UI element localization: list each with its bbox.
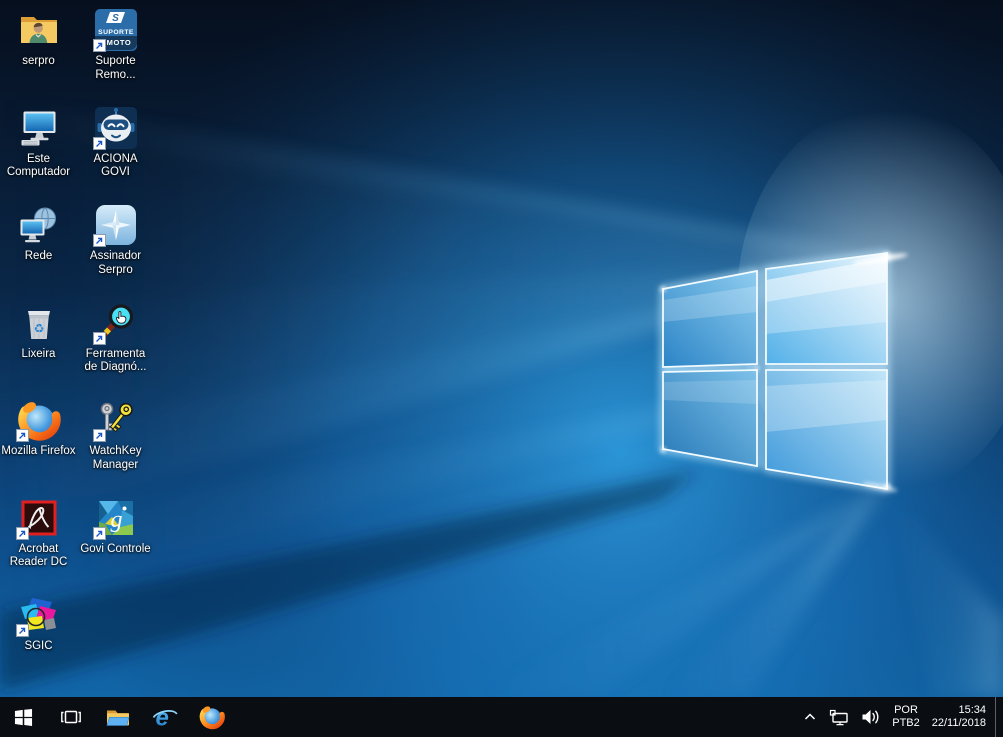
- diamond-star-icon: [92, 203, 138, 247]
- desktop-icon-govi-controle[interactable]: g Govi Controle: [77, 494, 154, 592]
- firefox-icon: [15, 398, 61, 442]
- desktop-icon-label: Rede: [24, 250, 53, 262]
- serpro-folder-icon: [17, 8, 61, 52]
- shortcut-arrow-icon: [92, 429, 106, 442]
- start-button[interactable]: [0, 697, 47, 737]
- shortcut-arrow-icon: [92, 39, 106, 52]
- desktop-icon-label: SGIC: [24, 640, 53, 652]
- desktop[interactable]: serpro Este Computador Rede ♻ Lixeira Mo…: [0, 0, 1003, 697]
- keys-icon: [92, 398, 138, 442]
- wired-network-icon: [830, 709, 848, 725]
- desktop-icon-assinador-serpro[interactable]: Assinador Serpro: [77, 201, 154, 299]
- volume-tray-button[interactable]: [855, 697, 886, 737]
- desktop-icon-suporte-remoto[interactable]: S SUPORTE MOTO Suporte Remo...: [77, 6, 154, 104]
- windows-logo-icon: [14, 708, 33, 726]
- desktop-icon-label: Assinador Serpro: [89, 250, 142, 276]
- desktop-icon-label: Govi Controle: [80, 542, 151, 555]
- desktop-icon-sgic[interactable]: SGIC: [0, 591, 77, 689]
- network-tray-button[interactable]: [823, 697, 855, 737]
- desktop-icon-label: Suporte Remo...: [95, 55, 136, 81]
- desktop-icon-label: Este Computador: [6, 152, 71, 179]
- hidden-icons-chevron[interactable]: [797, 697, 823, 737]
- internet-explorer-button[interactable]: e: [141, 697, 188, 737]
- svg-text:e: e: [155, 705, 168, 731]
- time-text: 15:34: [958, 704, 986, 716]
- desktop-icon-label: Acrobat Reader DC: [9, 542, 68, 569]
- svg-text:g: g: [110, 507, 122, 533]
- speaker-icon: [862, 710, 879, 724]
- desktop-icon-serpro[interactable]: serpro: [0, 6, 77, 104]
- desktop-icon-grid: serpro Este Computador Rede ♻ Lixeira Mo…: [0, 6, 154, 689]
- shortcut-arrow-icon: [92, 234, 106, 247]
- language-code: POR: [894, 704, 918, 716]
- desktop-icon-watchkey-manager[interactable]: WatchKey Manager: [77, 396, 154, 494]
- shortcut-arrow-icon: [15, 624, 29, 637]
- desktop-icon-label: serpro: [22, 55, 55, 67]
- network-globe-icon: [17, 203, 61, 247]
- desktop-icon-mozilla-firefox[interactable]: Mozilla Firefox: [0, 396, 77, 494]
- this-pc-icon: [17, 106, 61, 150]
- suporte-remoto-tile-icon: S SUPORTE MOTO: [92, 8, 138, 52]
- desktop-icon-acrobat-reader[interactable]: Acrobat Reader DC: [0, 494, 77, 592]
- desktop-icon-este-computador[interactable]: Este Computador: [0, 104, 77, 202]
- desktop-icon-ferramenta-diagnostico[interactable]: Ferramenta de Diagnó...: [77, 299, 154, 397]
- desktop-icon-label: Ferramenta de Diagnó...: [84, 347, 147, 374]
- desktop-icon-label: Lixeira: [21, 347, 56, 360]
- desktop-icon-rede[interactable]: Rede: [0, 201, 77, 299]
- system-tray: POR PTB2 15:34 22/11/2018: [797, 697, 1003, 737]
- clock[interactable]: 15:34 22/11/2018: [926, 697, 995, 737]
- file-explorer-icon: [106, 710, 129, 726]
- shortcut-arrow-icon: [92, 526, 106, 540]
- magnifier-hand-icon: [92, 301, 138, 345]
- govi-tile-icon: g: [92, 496, 138, 540]
- svg-text:MOTO: MOTO: [106, 38, 131, 47]
- robot-icon: [92, 106, 138, 150]
- firefox-taskbar-button[interactable]: [188, 697, 235, 737]
- sgic-icon: [15, 593, 61, 637]
- task-view-icon: [60, 710, 81, 724]
- internet-explorer-icon: e: [152, 705, 178, 731]
- firefox-icon: [199, 706, 225, 730]
- desktop-icon-label: WatchKey Manager: [89, 445, 142, 471]
- shortcut-arrow-icon: [15, 526, 29, 540]
- date-text: 22/11/2018: [931, 717, 986, 729]
- shortcut-arrow-icon: [15, 429, 29, 442]
- desktop-icon-lixeira[interactable]: ♻ Lixeira: [0, 299, 77, 397]
- shortcut-arrow-icon: [92, 136, 106, 150]
- keyboard-layout-code: PTB2: [892, 717, 920, 729]
- desktop-icon-label: Mozilla Firefox: [1, 445, 76, 457]
- svg-text:♻: ♻: [33, 321, 44, 335]
- acrobat-reader-icon: [15, 496, 61, 540]
- taskbar: e POR PTB2 15:34 22/11/2018: [0, 697, 1003, 737]
- desktop-icon-label: ACIONA GOVI: [93, 152, 138, 179]
- file-explorer-button[interactable]: [94, 697, 141, 737]
- chevron-up-icon: [805, 713, 816, 720]
- task-view-button[interactable]: [47, 697, 94, 737]
- show-desktop-button[interactable]: [995, 697, 1003, 737]
- svg-text:S: S: [112, 13, 119, 24]
- recycle-bin-icon: ♻: [17, 301, 61, 345]
- windows-desktop-screen: serpro Este Computador Rede ♻ Lixeira Mo…: [0, 0, 1003, 737]
- shortcut-arrow-icon: [92, 331, 106, 345]
- language-indicator[interactable]: POR PTB2: [886, 697, 926, 737]
- svg-text:SUPORTE: SUPORTE: [98, 29, 134, 36]
- desktop-icon-aciona-govi[interactable]: ACIONA GOVI: [77, 104, 154, 202]
